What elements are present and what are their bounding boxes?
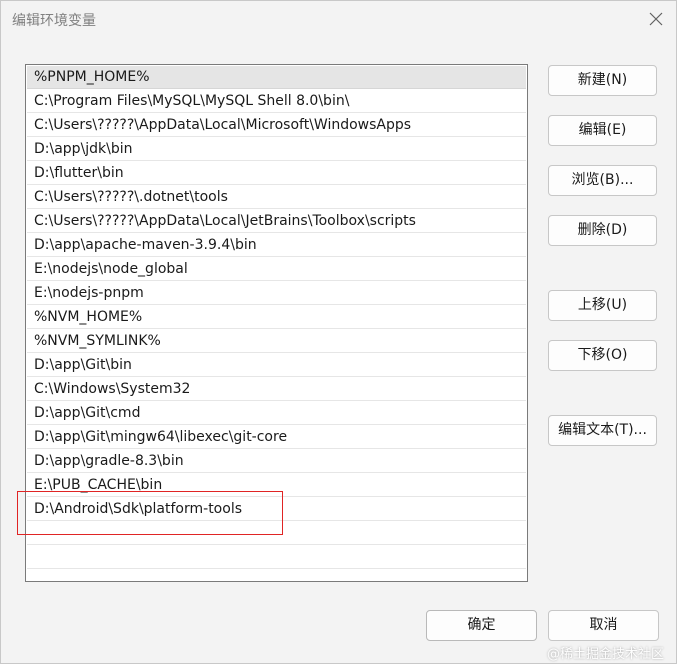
- path-list-item[interactable]: D:\app\Git\cmd: [27, 402, 526, 425]
- path-list-item[interactable]: C:\Program Files\MySQL\MySQL Shell 8.0\b…: [27, 90, 526, 113]
- path-list-item[interactable]: E:\PUB_CACHE\bin: [27, 474, 526, 497]
- delete-button[interactable]: 删除(D): [548, 215, 657, 246]
- ok-button[interactable]: 确定: [426, 610, 537, 641]
- path-list-item[interactable]: E:\nodejs\node_global: [27, 258, 526, 281]
- path-list-item[interactable]: D:\Android\Sdk\platform-tools: [27, 498, 526, 521]
- edit-env-variable-dialog: 编辑环境变量 %PNPM_HOME% C:\Program Files\MySQL…: [0, 0, 677, 664]
- path-list-item[interactable]: C:\Users\?????\AppData\Local\JetBrains\T…: [27, 210, 526, 233]
- path-list-item[interactable]: D:\app\Git\mingw64\libexec\git-core: [27, 426, 526, 449]
- path-list-item[interactable]: D:\app\gradle-8.3\bin: [27, 450, 526, 473]
- path-list-item[interactable]: D:\app\Git\bin: [27, 354, 526, 377]
- new-button[interactable]: 新建(N): [548, 65, 657, 96]
- path-list-item[interactable]: %PNPM_HOME%: [27, 66, 526, 89]
- close-icon: [649, 12, 663, 26]
- move-down-button[interactable]: 下移(O): [548, 340, 657, 371]
- close-button[interactable]: [641, 5, 671, 33]
- move-up-button[interactable]: 上移(U): [548, 290, 657, 321]
- edit-text-button[interactable]: 编辑文本(T)...: [548, 415, 657, 446]
- watermark-text: @稀土掘金技术社区: [547, 647, 665, 662]
- path-list-item[interactable]: D:\app\jdk\bin: [27, 138, 526, 161]
- dialog-title: 编辑环境变量: [12, 13, 96, 29]
- path-list-item[interactable]: C:\Users\?????\AppData\Local\Microsoft\W…: [27, 114, 526, 137]
- path-list-item[interactable]: D:\flutter\bin: [27, 162, 526, 185]
- path-list-item[interactable]: D:\app\apache-maven-3.9.4\bin: [27, 234, 526, 257]
- browse-button[interactable]: 浏览(B)...: [548, 165, 657, 196]
- cancel-button[interactable]: 取消: [548, 610, 659, 641]
- path-list-item[interactable]: C:\Windows\System32: [27, 378, 526, 401]
- path-list-item[interactable]: C:\Users\?????\.dotnet\tools: [27, 186, 526, 209]
- path-list-item[interactable]: %NVM_SYMLINK%: [27, 330, 526, 353]
- path-list-item[interactable]: %NVM_HOME%: [27, 306, 526, 329]
- path-list[interactable]: %PNPM_HOME% C:\Program Files\MySQL\MySQL …: [25, 64, 528, 582]
- edit-button[interactable]: 编辑(E): [548, 115, 657, 146]
- path-list-item[interactable]: E:\nodejs-pnpm: [27, 282, 526, 305]
- path-list-empty-row[interactable]: [27, 546, 526, 569]
- path-list-empty-row[interactable]: [27, 522, 526, 545]
